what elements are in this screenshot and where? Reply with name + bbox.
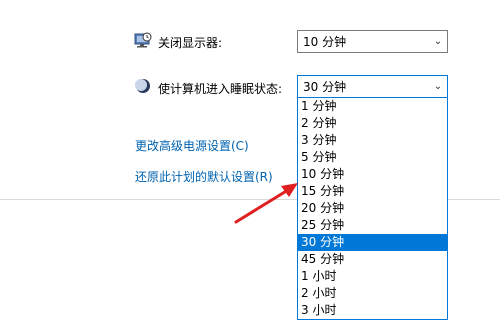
annotation-arrow-icon xyxy=(234,183,298,224)
